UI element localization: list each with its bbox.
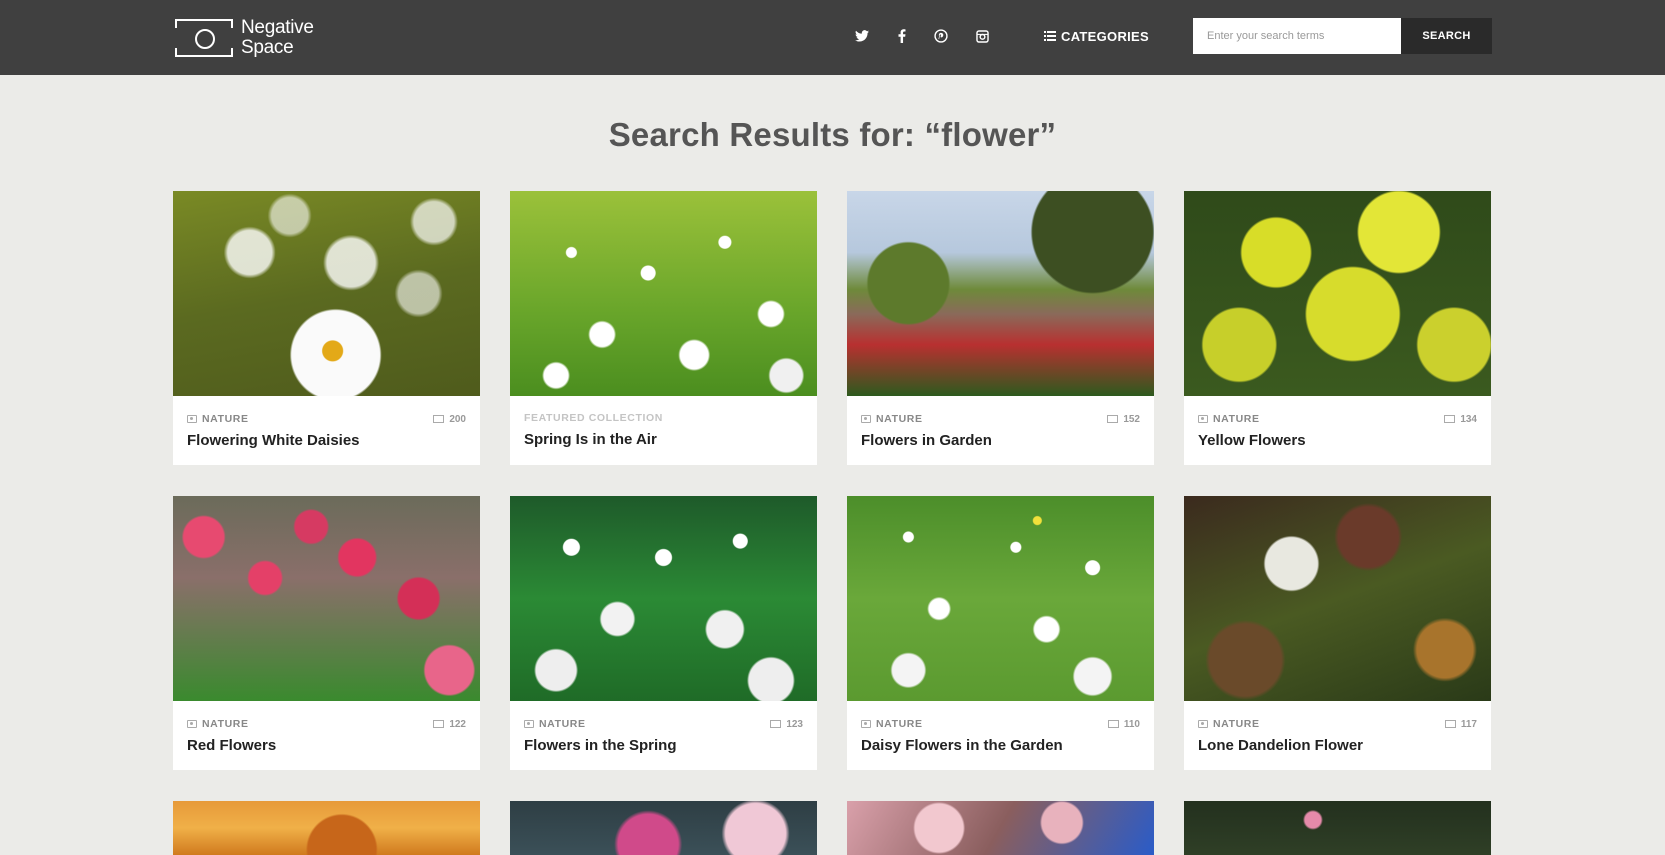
card-meta: NATURE 110 bbox=[861, 718, 1140, 730]
result-card[interactable]: NATURE 110 Daisy Flowers in the Garden bbox=[847, 496, 1154, 770]
card-image[interactable] bbox=[1184, 496, 1491, 701]
card-title[interactable]: Red Flowers bbox=[187, 737, 276, 754]
card-photo-count: 122 bbox=[433, 719, 466, 730]
camera-icon bbox=[187, 720, 197, 728]
top-header: Negative Space CATEGORIES SEARCH bbox=[0, 0, 1665, 75]
instagram-icon[interactable] bbox=[973, 27, 991, 45]
card-category[interactable]: NATURE bbox=[1198, 718, 1260, 730]
card-image[interactable] bbox=[847, 801, 1154, 855]
card-category[interactable]: NATURE bbox=[524, 718, 586, 730]
logo-line-2: Space bbox=[241, 37, 294, 58]
result-card[interactable]: NATURE 152 Flowers in Garden bbox=[847, 191, 1154, 465]
categories-label: CATEGORIES bbox=[1061, 28, 1149, 44]
categories-menu-button[interactable]: CATEGORIES bbox=[1044, 26, 1149, 46]
card-category[interactable]: NATURE bbox=[861, 718, 923, 730]
card-meta: NATURE 123 bbox=[524, 718, 803, 730]
card-image[interactable] bbox=[173, 801, 480, 855]
card-image[interactable] bbox=[510, 496, 817, 701]
result-card[interactable]: NATURE 122 Red Flowers bbox=[173, 496, 480, 770]
result-card[interactable]: NATURE 117 Lone Dandelion Flower bbox=[1184, 496, 1491, 770]
card-meta: NATURE 134 bbox=[1198, 413, 1477, 425]
camera-icon bbox=[524, 720, 534, 728]
card-photo-count: 117 bbox=[1444, 718, 1477, 730]
card-category-label: NATURE bbox=[876, 718, 923, 730]
result-card-featured[interactable]: FEATURED COLLECTION Spring Is in the Air bbox=[510, 191, 817, 465]
card-photo-count: 200 bbox=[433, 414, 466, 425]
card-category-label: NATURE bbox=[202, 718, 249, 730]
card-count-value: 117 bbox=[1460, 718, 1477, 730]
logo-text: Negative Space bbox=[241, 18, 314, 58]
card-meta: NATURE 152 bbox=[861, 413, 1140, 425]
card-count-value: 110 bbox=[1123, 718, 1140, 730]
image-icon bbox=[1107, 415, 1119, 423]
card-image[interactable] bbox=[510, 191, 817, 396]
search-button[interactable]: SEARCH bbox=[1401, 18, 1492, 54]
camera-icon bbox=[861, 720, 871, 728]
card-meta: NATURE 200 bbox=[187, 413, 466, 425]
twitter-icon[interactable] bbox=[853, 27, 871, 45]
featured-collection-label: FEATURED COLLECTION bbox=[524, 412, 663, 424]
card-meta: FEATURED COLLECTION bbox=[524, 412, 803, 424]
card-photo-count: 110 bbox=[1107, 718, 1140, 730]
card-meta: NATURE 122 bbox=[187, 718, 466, 730]
camera-icon bbox=[1198, 720, 1208, 728]
card-title[interactable]: Spring Is in the Air bbox=[524, 431, 657, 448]
card-image[interactable] bbox=[847, 496, 1154, 701]
result-card[interactable] bbox=[510, 801, 817, 855]
card-count-value: 122 bbox=[449, 718, 466, 730]
card-category-label: NATURE bbox=[1213, 718, 1260, 730]
result-card[interactable]: NATURE 123 Flowers in the Spring bbox=[510, 496, 817, 770]
card-title[interactable]: Lone Dandelion Flower bbox=[1198, 737, 1363, 754]
image-icon bbox=[433, 720, 445, 728]
card-image[interactable] bbox=[510, 801, 817, 855]
card-count-value: 134 bbox=[1460, 413, 1477, 425]
card-title[interactable]: Flowering White Daisies bbox=[187, 432, 360, 449]
card-category[interactable]: NATURE bbox=[1198, 413, 1260, 425]
camera-icon bbox=[861, 415, 871, 423]
camera-logo-icon bbox=[175, 19, 233, 57]
logo-line-1: Negative bbox=[241, 17, 314, 38]
site-logo[interactable]: Negative Space bbox=[175, 18, 314, 58]
card-image[interactable] bbox=[1184, 801, 1491, 855]
card-category[interactable]: NATURE bbox=[187, 413, 249, 425]
result-card[interactable] bbox=[173, 801, 480, 855]
card-meta: NATURE 117 bbox=[1198, 718, 1477, 730]
card-count-value: 123 bbox=[786, 718, 803, 730]
card-title[interactable]: Yellow Flowers bbox=[1198, 432, 1306, 449]
card-category[interactable]: NATURE bbox=[861, 413, 923, 425]
card-title[interactable]: Flowers in the Spring bbox=[524, 737, 677, 754]
image-icon bbox=[1444, 415, 1456, 423]
page-title: Search Results for: “flower” bbox=[608, 116, 1057, 153]
card-image[interactable] bbox=[173, 496, 480, 701]
facebook-icon[interactable] bbox=[893, 27, 911, 45]
card-image[interactable] bbox=[1184, 191, 1491, 396]
image-icon bbox=[1444, 720, 1456, 728]
result-card[interactable] bbox=[847, 801, 1154, 855]
card-category-label: NATURE bbox=[876, 413, 923, 425]
camera-icon bbox=[187, 415, 197, 423]
card-photo-count: 123 bbox=[770, 719, 803, 730]
image-icon bbox=[770, 720, 782, 728]
card-image[interactable] bbox=[173, 191, 480, 396]
card-count-value: 200 bbox=[449, 413, 466, 425]
search-input[interactable] bbox=[1193, 18, 1401, 54]
result-card[interactable]: NATURE 200 Flowering White Daisies bbox=[173, 191, 480, 465]
card-category-label: NATURE bbox=[1213, 413, 1260, 425]
card-photo-count: 152 bbox=[1107, 414, 1140, 425]
card-image[interactable] bbox=[847, 191, 1154, 396]
card-photo-count: 134 bbox=[1444, 414, 1477, 425]
image-icon bbox=[1107, 720, 1119, 728]
pinterest-icon[interactable] bbox=[932, 27, 950, 45]
result-card[interactable]: NATURE 134 Yellow Flowers bbox=[1184, 191, 1491, 465]
card-category-label: NATURE bbox=[202, 413, 249, 425]
list-icon bbox=[1044, 31, 1056, 41]
card-title[interactable]: Daisy Flowers in the Garden bbox=[861, 737, 1063, 754]
card-category-label: NATURE bbox=[539, 718, 586, 730]
card-count-value: 152 bbox=[1123, 413, 1140, 425]
card-title[interactable]: Flowers in Garden bbox=[861, 432, 992, 449]
image-icon bbox=[433, 415, 445, 423]
camera-icon bbox=[1198, 415, 1208, 423]
result-card[interactable] bbox=[1184, 801, 1491, 855]
card-category[interactable]: NATURE bbox=[187, 718, 249, 730]
